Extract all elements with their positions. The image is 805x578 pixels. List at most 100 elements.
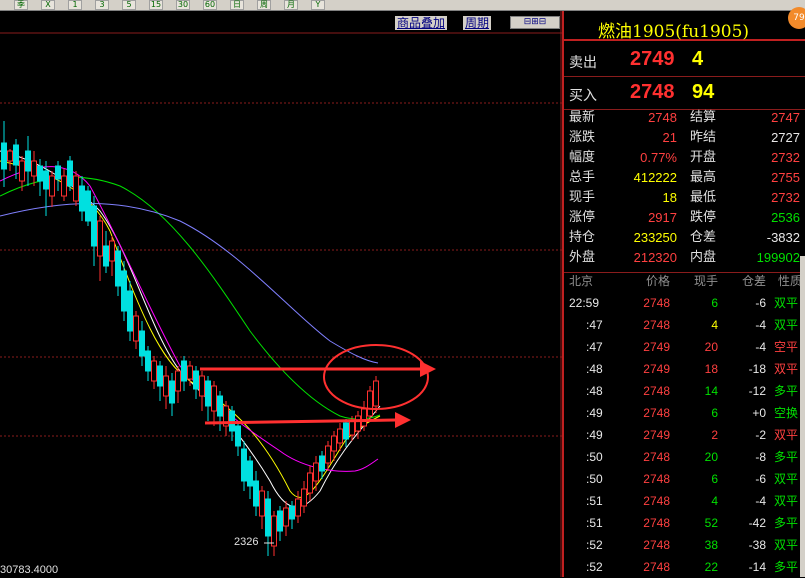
trade-volume: 52 bbox=[704, 516, 718, 530]
trade-time: :48 bbox=[586, 362, 603, 376]
stat-value: 18 bbox=[662, 190, 677, 205]
overlay-link[interactable]: 商品叠加 bbox=[395, 16, 448, 30]
stat-label: 仓差 bbox=[690, 230, 717, 245]
candle-body bbox=[85, 190, 91, 222]
stat-value: -3832 bbox=[766, 230, 800, 245]
trade-oi: -4 bbox=[755, 318, 766, 332]
period-toolbar: 季 X 1 3 5 15 30 60 日 周 月 Y bbox=[0, 0, 805, 11]
candle-body bbox=[283, 507, 289, 527]
sell-row: 卖出 2749 4 bbox=[564, 45, 805, 75]
stat-label: 外盘 bbox=[569, 250, 596, 265]
trade-volume: 20 bbox=[704, 450, 718, 464]
period-link[interactable]: 周期 bbox=[463, 16, 492, 30]
trade-time: :52 bbox=[586, 560, 603, 574]
trades-scrollbar[interactable] bbox=[800, 256, 805, 577]
trade-type: 双平 bbox=[773, 296, 798, 310]
stat-value: 0.77% bbox=[640, 150, 677, 165]
candle-body bbox=[355, 415, 361, 432]
trade-time: :50 bbox=[586, 472, 603, 486]
stat-label: 涨停 bbox=[569, 210, 596, 225]
candle-body bbox=[199, 375, 205, 397]
period-button[interactable]: 5 bbox=[122, 0, 136, 10]
stat-cell: 涨停 2917 bbox=[569, 208, 677, 228]
stat-cell: 昨结 2727 bbox=[690, 128, 800, 148]
candle-body bbox=[175, 370, 181, 392]
candle-body bbox=[289, 505, 295, 520]
trade-price: 2749 bbox=[643, 340, 670, 354]
period-button[interactable]: 月 bbox=[284, 0, 298, 10]
period-button[interactable]: 3 bbox=[95, 0, 109, 10]
trade-time: :51 bbox=[586, 494, 603, 508]
candle-body bbox=[13, 144, 19, 166]
period-button[interactable]: 15 bbox=[149, 0, 163, 10]
stat-label: 现手 bbox=[569, 190, 596, 205]
trade-oi: -12 bbox=[748, 384, 766, 398]
stat-cell: 最低 2732 bbox=[690, 188, 800, 208]
zoom-controls[interactable]: ⊟⊞⊟ bbox=[510, 16, 560, 29]
trade-row: :47 2748 4 -4 双平 bbox=[564, 314, 805, 336]
stat-value: 2748 bbox=[648, 110, 677, 125]
stat-value: 2755 bbox=[771, 170, 800, 185]
candle-body bbox=[169, 380, 175, 404]
stat-cell: 结算 2747 bbox=[690, 108, 800, 128]
trade-price: 2748 bbox=[643, 538, 670, 552]
trade-volume: 18 bbox=[704, 362, 718, 376]
stat-cell: 跌停 2536 bbox=[690, 208, 800, 228]
candle-body bbox=[163, 375, 169, 397]
candlestick-chart[interactable] bbox=[0, 11, 562, 577]
trade-oi: -4 bbox=[755, 340, 766, 354]
trade-volume: 14 bbox=[704, 384, 718, 398]
candle-body bbox=[157, 365, 163, 387]
candle-body bbox=[301, 488, 307, 507]
stat-cell: 最高 2755 bbox=[690, 168, 800, 188]
candle-body bbox=[319, 455, 325, 472]
trade-row: :48 2748 14 -12 多平 bbox=[564, 380, 805, 402]
candle-body bbox=[265, 498, 271, 537]
period-button[interactable]: 日 bbox=[230, 0, 244, 10]
low-price-label: 2326 bbox=[234, 536, 259, 548]
period-button[interactable]: 60 bbox=[203, 0, 217, 10]
stat-label: 内盘 bbox=[690, 250, 717, 265]
buy-label: 买入 bbox=[569, 88, 597, 104]
sell-price: 2749 bbox=[630, 48, 675, 70]
period-button[interactable]: Y bbox=[311, 0, 325, 10]
period-button[interactable]: 周 bbox=[257, 0, 271, 10]
trades-header: 北京 价格 现手 仓差 性质 bbox=[564, 270, 805, 292]
trade-row: :48 2749 18 -18 双平 bbox=[564, 358, 805, 380]
candle-body bbox=[139, 330, 145, 357]
candle-body bbox=[247, 460, 253, 487]
stat-value: 233250 bbox=[633, 230, 677, 245]
trade-oi: -2 bbox=[755, 428, 766, 442]
trade-oi: -18 bbox=[748, 362, 766, 376]
buy-price: 2748 bbox=[630, 81, 675, 103]
candle-body bbox=[343, 422, 349, 440]
candle-body bbox=[31, 160, 37, 177]
candle-body bbox=[109, 240, 115, 262]
candle-body bbox=[61, 175, 67, 197]
candle-body bbox=[79, 185, 85, 212]
period-button[interactable]: 30 bbox=[176, 0, 190, 10]
candle-body bbox=[7, 150, 13, 162]
trade-volume: 20 bbox=[704, 340, 718, 354]
candle-body bbox=[253, 480, 259, 507]
trade-type: 多平 bbox=[773, 560, 798, 574]
sell-label: 卖出 bbox=[569, 55, 597, 71]
candle-body bbox=[55, 165, 61, 180]
period-button[interactable]: X bbox=[41, 0, 55, 10]
stat-label: 结算 bbox=[690, 110, 717, 125]
trade-row: 22:59 2748 6 -6 双平 bbox=[564, 292, 805, 314]
trade-price: 2748 bbox=[643, 450, 670, 464]
trade-type: 双平 bbox=[773, 538, 798, 552]
trade-oi: -6 bbox=[755, 296, 766, 310]
candle-body bbox=[73, 175, 79, 202]
candle-body bbox=[187, 365, 193, 380]
candle-body bbox=[127, 290, 133, 332]
buy-row: 买入 2748 94 bbox=[564, 78, 805, 108]
candle-body bbox=[259, 490, 265, 517]
col-price: 价格 bbox=[645, 274, 670, 288]
period-button[interactable]: 1 bbox=[68, 0, 82, 10]
stat-cell: 总手 412222 bbox=[569, 168, 677, 188]
stat-label: 最高 bbox=[690, 170, 717, 185]
counter-badge[interactable]: 79 bbox=[788, 7, 805, 29]
period-button[interactable]: 季 bbox=[14, 0, 28, 10]
